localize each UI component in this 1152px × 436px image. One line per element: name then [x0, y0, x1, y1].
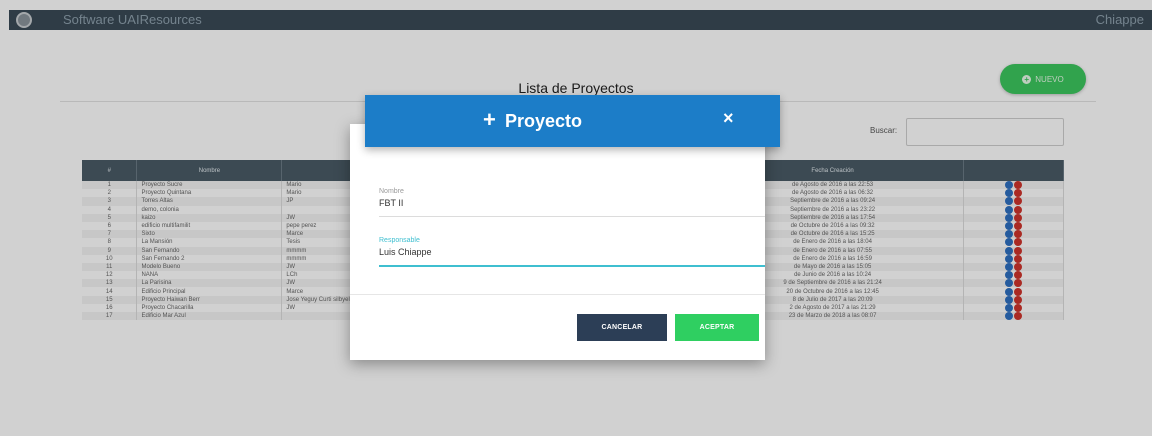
- name-field-label: Nombre: [379, 188, 404, 195]
- modal-header: + Proyecto ×: [365, 95, 780, 147]
- responsible-field[interactable]: Responsable Luis Chiappe: [379, 237, 765, 267]
- plus-icon: +: [483, 107, 496, 132]
- responsible-field-value[interactable]: Luis Chiappe: [379, 247, 765, 259]
- accept-button[interactable]: ACEPTAR: [675, 314, 759, 341]
- name-field[interactable]: Nombre FBT II: [379, 188, 765, 217]
- cancel-button[interactable]: CANCELAR: [577, 314, 667, 341]
- responsible-field-underline: [379, 265, 765, 267]
- modal-footer-divider: [350, 294, 765, 295]
- name-field-value[interactable]: FBT II: [379, 198, 765, 210]
- close-icon[interactable]: ×: [723, 108, 734, 129]
- modal-title: Proyecto: [505, 111, 583, 131]
- responsible-field-label: Responsable: [379, 237, 420, 244]
- name-field-underline: [379, 216, 765, 217]
